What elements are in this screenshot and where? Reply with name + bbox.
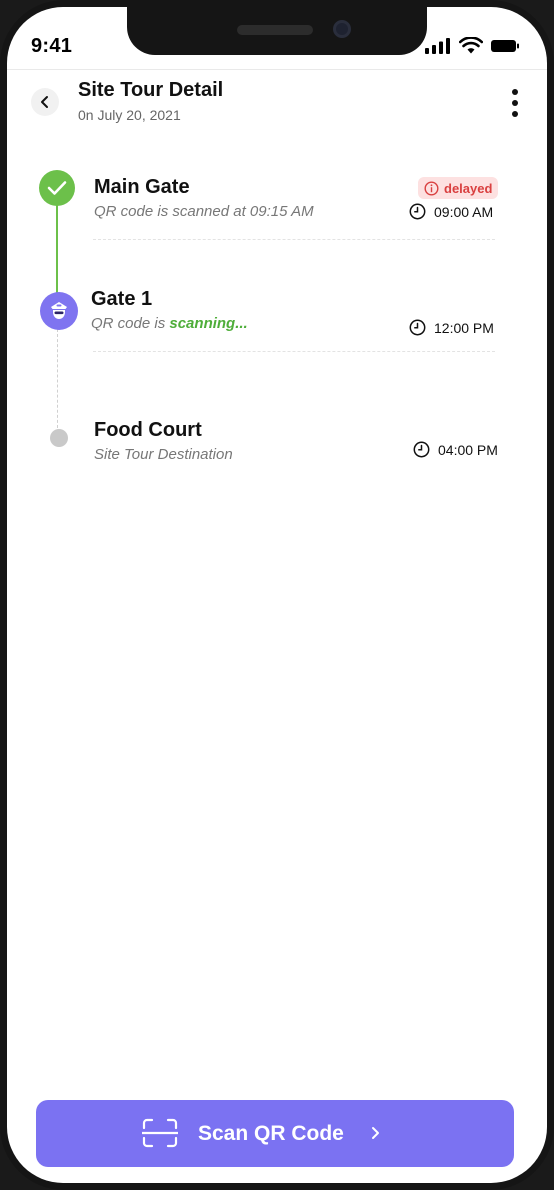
stop-name: Food Court bbox=[94, 419, 202, 441]
delayed-badge: delayed bbox=[418, 177, 499, 199]
stop-divider bbox=[93, 351, 495, 352]
device-notch bbox=[127, 7, 427, 55]
timeline-connector-pending bbox=[57, 329, 58, 433]
stop-time: 09:00 AM bbox=[409, 203, 493, 220]
page-subtitle: 0n July 20, 2021 bbox=[78, 107, 181, 123]
pending-dot-icon bbox=[50, 429, 68, 447]
stop-subtitle-prefix: QR code is bbox=[91, 315, 170, 332]
app-screen: 9:41 Site Tour Detail 0n July 20, 2021 M… bbox=[7, 7, 547, 1183]
stop-time-label: 12:00 PM bbox=[434, 319, 494, 336]
more-dot-icon bbox=[512, 89, 518, 95]
speaker-grill bbox=[237, 25, 313, 35]
stop-divider bbox=[93, 239, 495, 240]
wifi-icon bbox=[459, 37, 483, 54]
stop-time-label: 04:00 PM bbox=[438, 441, 498, 458]
stop-time-label: 09:00 AM bbox=[434, 203, 494, 220]
chevron-left-icon bbox=[41, 96, 48, 108]
scan-button-label: Scan QR Code bbox=[198, 1122, 344, 1145]
stop-time: 04:00 PM bbox=[413, 441, 498, 458]
more-options-button[interactable] bbox=[505, 87, 525, 119]
back-button[interactable] bbox=[31, 88, 59, 116]
more-dot-icon bbox=[512, 111, 518, 117]
chevron-right-icon bbox=[372, 1127, 379, 1139]
stop-subtitle: Site Tour Destination bbox=[94, 446, 233, 463]
timeline-connector-completed bbox=[56, 202, 58, 302]
stop-name: Main Gate bbox=[94, 176, 190, 198]
clock-icon bbox=[413, 441, 430, 458]
clock-icon bbox=[409, 203, 426, 220]
more-dot-icon bbox=[512, 100, 518, 106]
front-camera bbox=[333, 20, 351, 38]
security-guard-icon bbox=[40, 292, 78, 330]
battery-icon bbox=[491, 39, 519, 52]
stop-name: Gate 1 bbox=[91, 288, 153, 310]
page-title: Site Tour Detail bbox=[78, 79, 224, 101]
checkmark-icon bbox=[39, 170, 75, 206]
clock-icon bbox=[409, 319, 426, 336]
cellular-signal-icon bbox=[425, 37, 450, 54]
phone-frame: 9:41 Site Tour Detail 0n July 20, 2021 M… bbox=[0, 0, 554, 1190]
scan-qr-code-button[interactable]: Scan QR Code bbox=[36, 1100, 514, 1167]
qr-scan-icon bbox=[142, 1118, 178, 1148]
header-divider bbox=[7, 69, 547, 70]
scanning-status: scanning... bbox=[169, 315, 248, 332]
badge-label: delayed bbox=[444, 180, 493, 196]
stop-time: 12:00 PM bbox=[409, 319, 494, 336]
status-bar-time: 9:41 bbox=[31, 35, 73, 57]
stop-subtitle: QR code is scanned at 09:15 AM bbox=[94, 203, 314, 220]
info-icon bbox=[424, 180, 439, 196]
stop-subtitle: QR code is scanning... bbox=[91, 315, 248, 332]
status-bar-icons bbox=[425, 37, 519, 54]
